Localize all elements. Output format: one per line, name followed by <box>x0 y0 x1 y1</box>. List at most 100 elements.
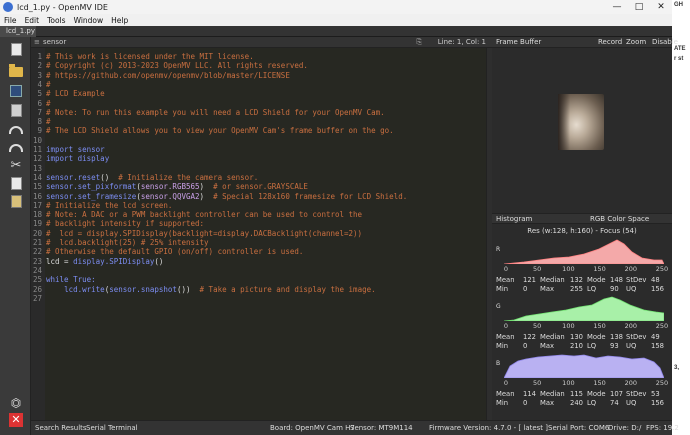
histogram-fill <box>504 296 664 321</box>
histogram-fill <box>504 239 664 264</box>
stat-value: StDev <box>626 390 647 398</box>
code-text: # <box>46 79 51 89</box>
search-results-tab[interactable]: Search Results <box>35 421 87 435</box>
stats-row: Mean 121 Median 132 Mode 148 StDev 48 <box>496 276 672 285</box>
record-button[interactable]: Record <box>598 37 622 48</box>
plug-icon: ⏣ <box>10 396 22 410</box>
line-number: 3 <box>37 70 42 80</box>
stat-value: Max <box>540 342 555 350</box>
code-line[interactable]: 17 # Initialize the lcd screen. <box>31 201 486 210</box>
editor-menu-icon[interactable]: ≡ <box>34 37 40 48</box>
code-line[interactable]: 4 # <box>31 80 486 89</box>
close-icon[interactable]: ✕ <box>650 0 672 14</box>
stat-value: Mean <box>496 276 515 284</box>
stat-value: 122 <box>523 333 536 341</box>
code-line[interactable]: 7 # Note: To run this example you will ne… <box>31 108 486 117</box>
code-line[interactable]: 16 sensor.set_framesize(sensor.QQVGA2) # … <box>31 192 486 201</box>
axis-tick-label: 150 <box>593 322 606 330</box>
code-line[interactable]: 6 # <box>31 99 486 108</box>
histogram-curve <box>504 296 664 321</box>
document-button[interactable] <box>8 103 24 117</box>
code-line[interactable]: 5 # LCD Example <box>31 89 486 98</box>
axis-tick-label: 200 <box>624 322 638 330</box>
stat-value: 93 <box>610 342 619 350</box>
code-text: # The LCD Shield allows you to view your… <box>46 126 394 136</box>
code-editor[interactable]: 1 # This work is licensed under the MIT l… <box>31 48 486 420</box>
stat-value: 49 <box>651 333 660 341</box>
stat-value: 0 <box>523 399 528 407</box>
stat-value: 148 <box>610 276 623 284</box>
stat-value: Mean <box>496 390 515 398</box>
code-line[interactable]: 22 # Otherwise the default GPIO (on/off) … <box>31 247 486 256</box>
menu-edit[interactable]: Edit <box>21 16 44 25</box>
maximize-icon[interactable]: □ <box>628 0 650 14</box>
menu-file[interactable]: File <box>0 16 21 25</box>
connect-button[interactable]: ⏣ <box>8 396 24 410</box>
line-number: 26 <box>32 284 42 294</box>
code-line[interactable]: 23 lcd = display.SPIDisplay() <box>31 257 486 266</box>
histogram-g-channel: G <box>496 295 664 321</box>
paste-button[interactable] <box>8 194 24 208</box>
file-tab-lcd[interactable]: lcd_1.py <box>0 26 36 37</box>
stat-value: 156 <box>651 399 664 407</box>
code-line[interactable]: 15 sensor.set_pixformat(sensor.RGB565) # … <box>31 182 486 191</box>
code-line[interactable]: 24 <box>31 266 486 275</box>
code-line[interactable]: 8 # <box>31 117 486 126</box>
redo-button[interactable] <box>8 141 24 155</box>
undo-button[interactable] <box>8 123 24 137</box>
code-line[interactable]: 20 # lcd = display.SPIDisplay(backlight=d… <box>31 229 486 238</box>
stat-value: 107 <box>610 390 623 398</box>
zoom-button[interactable]: Zoom <box>626 37 646 48</box>
copy-button[interactable] <box>8 176 24 190</box>
new-file-button[interactable] <box>8 42 24 56</box>
line-number: 10 <box>32 135 42 145</box>
code-line[interactable]: 21 # lcd.backlight(25) # 25% intensity <box>31 238 486 247</box>
split-icon[interactable]: ⎘ <box>416 37 422 48</box>
histogram-curve <box>504 354 664 378</box>
code-line[interactable]: 19 # backlight intensity if supported: <box>31 219 486 228</box>
line-number: 18 <box>32 210 42 220</box>
code-line[interactable]: 18 # Note: A DAC or a PWM backlight contr… <box>31 210 486 219</box>
minimize-icon[interactable]: — <box>606 0 628 14</box>
stat-value: 210 <box>570 342 583 350</box>
code-line[interactable]: 12 import display <box>31 154 486 163</box>
save-disk-icon <box>10 85 22 97</box>
axis-tick-label: 50 <box>533 379 542 387</box>
code-line[interactable]: 1 # This work is licensed under the MIT l… <box>31 52 486 61</box>
code-text: # https://github.com/openmv/openmv/blob/… <box>46 70 290 80</box>
code-line[interactable]: 2 # Copyright (c) 2013-2023 OpenMV LLC. A… <box>31 61 486 70</box>
axis-tick-label: 250 <box>655 265 669 273</box>
axis-tick-label: 250 <box>655 322 669 330</box>
line-number: 16 <box>32 191 42 201</box>
stat-value: StDev <box>626 276 647 284</box>
menu-help[interactable]: Help <box>107 16 132 25</box>
disable-button[interactable]: Disable <box>652 37 678 48</box>
code-line[interactable]: 25 while True: <box>31 275 486 284</box>
save-button[interactable] <box>8 84 24 98</box>
open-file-button[interactable] <box>8 64 24 79</box>
code-line[interactable]: 13 <box>31 164 486 173</box>
stop-button[interactable]: ✕ <box>8 413 24 427</box>
line-number: 20 <box>32 228 42 238</box>
serial-terminal-tab[interactable]: Serial Terminal <box>86 421 138 435</box>
code-line[interactable]: 9 # The LCD Shield allows you to view you… <box>31 126 486 135</box>
code-line[interactable]: 11 import sensor <box>31 145 486 154</box>
stat-value: Max <box>540 285 555 293</box>
stat-value: Min <box>496 285 509 293</box>
code-line[interactable]: 26 lcd.write(sensor.snapshot()) # Take a… <box>31 285 486 294</box>
symbol-selector[interactable]: sensor <box>43 37 66 48</box>
code-line[interactable]: 3 # https://github.com/openmv/openmv/blob… <box>31 71 486 80</box>
code-line[interactable]: 27 <box>31 294 486 303</box>
channel-label: B <box>496 360 501 367</box>
copy-icon <box>10 176 22 190</box>
firmware-label[interactable]: Firmware Version: 4.7.0 - [ latest ] <box>429 421 548 435</box>
code-line[interactable]: 10 <box>31 136 486 145</box>
histogram-header: Histogram RGB Color Space <box>492 213 672 224</box>
menu-tools[interactable]: Tools <box>43 16 69 25</box>
menu-window[interactable]: Window <box>70 16 108 25</box>
stat-value: 0 <box>523 285 528 293</box>
stats-row: Min 0 Max 210 LQ 93 UQ 158 <box>496 342 672 351</box>
code-line[interactable]: 14 sensor.reset() # Initialize the camera… <box>31 173 486 182</box>
line-number: 19 <box>32 219 42 229</box>
cut-button[interactable]: ✂ <box>8 159 24 173</box>
